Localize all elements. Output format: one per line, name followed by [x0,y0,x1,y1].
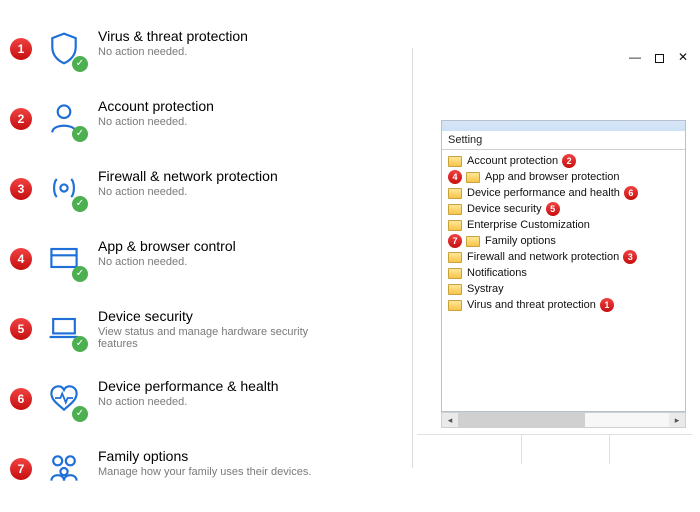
tree-item-label: Notifications [467,267,527,279]
item-subtitle: Manage how your family uses their device… [98,466,311,478]
window-title-bar: — ✕ [413,48,696,72]
annotation-badge: 6 [624,186,638,200]
tree-item-label: Account protection [467,155,558,167]
folder-icon [448,156,462,167]
tree-item-label: Family options [485,235,556,247]
folder-icon [448,300,462,311]
security-item-app-browser[interactable]: 4 ✓ App & browser control No action need… [0,228,350,298]
item-title: Firewall & network protection [98,168,278,184]
status-check-icon: ✓ [72,336,88,352]
annotation-badge: 7 [10,458,32,480]
status-check-icon: ✓ [72,406,88,422]
item-title: Device security [98,308,350,324]
tree-item-label: Systray [467,283,504,295]
folder-icon [466,236,480,247]
annotation-badge: 5 [546,202,560,216]
annotation-badge: 4 [10,248,32,270]
security-item-family[interactable]: 7 Family options Manage how your family … [0,438,350,508]
annotation-badge: 6 [10,388,32,410]
settings-tree-item[interactable]: 4 App and browser protection [442,169,685,185]
annotation-badge: 7 [448,234,462,248]
folder-icon [448,268,462,279]
settings-tree-item[interactable]: Notifications [442,265,685,281]
horizontal-scrollbar[interactable]: ◂ ▸ [441,412,686,428]
settings-tree-item[interactable]: Virus and threat protection 1 [442,297,685,313]
folder-icon [448,252,462,263]
frame-top-decor [442,121,685,131]
folder-icon [448,188,462,199]
settings-tree-item[interactable]: Account protection 2 [442,153,685,169]
security-item-firewall[interactable]: 3 ✓ Firewall & network protection No act… [0,158,350,228]
settings-group-frame: Setting Account protection 2 4 App and brow… [441,120,686,412]
security-item-account[interactable]: 2 ✓ Account protection No action needed. [0,88,350,158]
status-check-icon: ✓ [72,266,88,282]
minimize-button[interactable]: — [629,50,641,64]
item-subtitle: No action needed. [98,46,248,58]
annotation-badge: 3 [623,250,637,264]
security-item-virus[interactable]: 1 ✓ Virus & threat protection No action … [0,18,350,88]
item-title: Virus & threat protection [98,28,248,44]
item-subtitle: View status and manage hardware security… [98,326,350,350]
maximize-button[interactable] [655,50,664,66]
item-subtitle: No action needed. [98,116,214,128]
settings-tree-item[interactable]: Enterprise Customization [442,217,685,233]
status-check-icon: ✓ [72,126,88,142]
tree-item-label: Device security [467,203,542,215]
shield-icon: ✓ [44,28,84,68]
annotation-badge: 3 [10,178,32,200]
policy-editor-window: — ✕ Setting Account protection 2 4 App and … [412,48,696,468]
item-subtitle: No action needed. [98,256,236,268]
status-check-icon: ✓ [72,196,88,212]
folder-icon [466,172,480,183]
scroll-left-icon[interactable]: ◂ [442,413,458,427]
item-subtitle: No action needed. [98,186,278,198]
item-title: Device performance & health [98,378,279,394]
item-subtitle: No action needed. [98,396,279,408]
settings-tree-item[interactable]: Device security 5 [442,201,685,217]
settings-tree-item[interactable]: 7 Family options [442,233,685,249]
folder-icon [448,204,462,215]
signal-icon: ✓ [44,168,84,208]
scroll-track[interactable] [458,413,669,427]
item-title: App & browser control [98,238,236,254]
laptop-icon: ✓ [44,308,84,348]
item-title: Account protection [98,98,214,114]
heart-icon: ✓ [44,378,84,418]
annotation-badge: 2 [562,154,576,168]
tree-item-label: Firewall and network protection [467,251,619,263]
settings-tree-item[interactable]: Device performance and health 6 [442,185,685,201]
tree-item-label: Enterprise Customization [467,219,590,231]
status-check-icon: ✓ [72,56,88,72]
security-item-performance[interactable]: 6 ✓ Device performance & health No actio… [0,368,350,438]
annotation-badge: 5 [10,318,32,340]
annotation-badge: 4 [448,170,462,184]
window-icon: ✓ [44,238,84,278]
security-items-list: 1 ✓ Virus & threat protection No action … [0,18,350,508]
item-title: Family options [98,448,311,464]
folder-icon [448,220,462,231]
annotation-badge: 2 [10,108,32,130]
scroll-right-icon[interactable]: ▸ [669,413,685,427]
status-strip [417,434,692,464]
tree-item-label: App and browser protection [485,171,620,183]
scroll-thumb[interactable] [458,413,585,427]
tree-item-label: Device performance and health [467,187,620,199]
settings-header: Setting [442,131,685,150]
settings-tree-item[interactable]: Firewall and network protection 3 [442,249,685,265]
folder-icon [448,284,462,295]
settings-tree: Account protection 2 4 App and browser prot… [442,150,685,316]
settings-tree-item[interactable]: Systray [442,281,685,297]
annotation-badge: 1 [600,298,614,312]
family-icon [44,448,84,488]
tree-item-label: Virus and threat protection [467,299,596,311]
annotation-badge: 1 [10,38,32,60]
security-item-device-security[interactable]: 5 ✓ Device security View status and mana… [0,298,350,368]
person-icon: ✓ [44,98,84,138]
close-button[interactable]: ✕ [678,50,688,64]
